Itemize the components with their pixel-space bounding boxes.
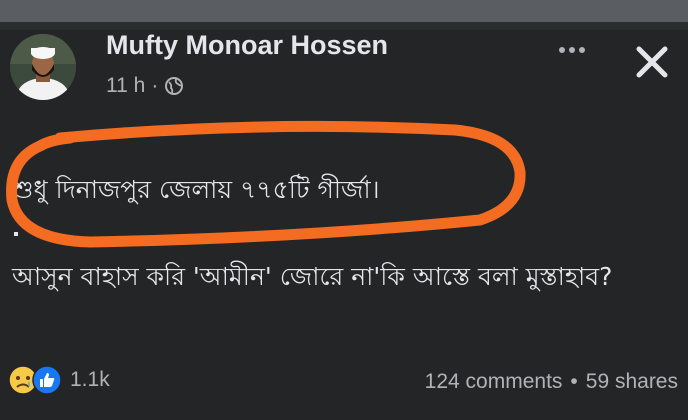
author-avatar[interactable] bbox=[10, 34, 76, 100]
post-stats: 124 comments • 59 shares bbox=[425, 370, 678, 394]
post-text-line2: আসুন বাহাস করি 'আমীন' জোরে না'কি আস্তে ব… bbox=[12, 262, 613, 291]
comments-count[interactable]: 124 comments bbox=[425, 370, 563, 393]
post-meta: 11 h · bbox=[106, 74, 184, 98]
more-dot bbox=[569, 47, 575, 53]
stats-separator: • bbox=[570, 370, 578, 393]
author-name[interactable]: Mufty Monoar Hossen bbox=[106, 30, 388, 61]
close-icon[interactable] bbox=[634, 44, 670, 80]
more-dot bbox=[559, 47, 565, 53]
stray-dot bbox=[14, 232, 18, 236]
globe-icon[interactable] bbox=[164, 76, 184, 96]
reactions-summary[interactable]: 1.1k bbox=[8, 365, 110, 395]
reaction-count[interactable]: 1.1k bbox=[70, 368, 110, 392]
post-time[interactable]: 11 h bbox=[106, 74, 145, 98]
post-text-line1: শুধু দিনাজপুর জেলায় ৭৭৫টি গীর্জা। bbox=[12, 175, 380, 204]
shares-count[interactable]: 59 shares bbox=[586, 370, 678, 393]
avatar-image bbox=[10, 34, 76, 100]
more-options-icon[interactable] bbox=[552, 36, 592, 64]
top-bar bbox=[0, 0, 688, 30]
meta-separator: · bbox=[151, 74, 159, 97]
like-icon bbox=[32, 365, 62, 395]
more-dot bbox=[579, 47, 585, 53]
post-card bbox=[0, 30, 688, 420]
